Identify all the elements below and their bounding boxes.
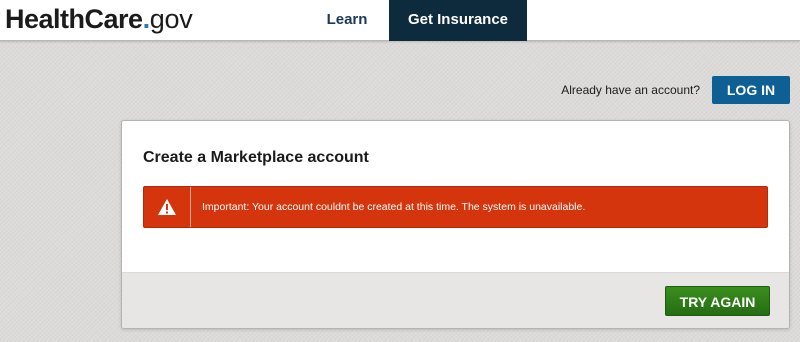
logo-dot: .: [142, 4, 151, 34]
alert-message: Important: Your account couldnt be creat…: [202, 201, 586, 213]
card-footer: TRY AGAIN: [122, 272, 789, 328]
alert-icon-container: [144, 187, 191, 227]
healthcare-gov-logo[interactable]: HealthCare. gov: [5, 4, 193, 36]
logo-gov-text: gov: [149, 4, 193, 34]
logo-main-text: HealthCare: [5, 4, 143, 34]
nav-learn[interactable]: Learn: [310, 0, 384, 40]
error-alert: Important: Your account couldnt be creat…: [143, 186, 768, 228]
card-title: Create a Marketplace account: [143, 149, 369, 166]
site-header: HealthCare. gov Learn Get Insurance: [0, 0, 800, 41]
try-again-button[interactable]: TRY AGAIN: [665, 286, 770, 316]
nav-get-insurance[interactable]: Get Insurance: [389, 0, 527, 41]
warning-icon: [158, 199, 176, 215]
log-in-button[interactable]: LOG IN: [712, 76, 790, 104]
create-account-card: Create a Marketplace account Important: …: [121, 120, 790, 329]
already-have-account-text: Already have an account?: [561, 83, 700, 97]
